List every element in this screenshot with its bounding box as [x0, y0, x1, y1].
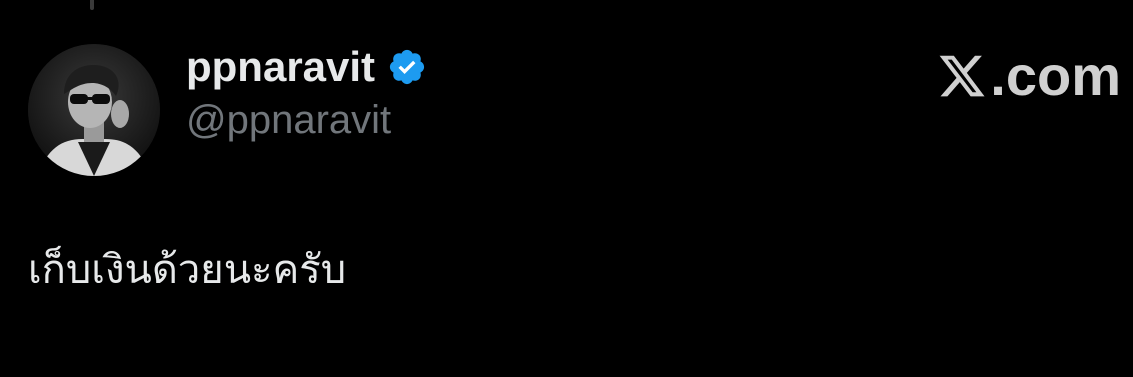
verified-badge-icon — [387, 47, 427, 87]
brand-domain-text: .com — [990, 44, 1121, 107]
avatar[interactable] — [28, 44, 160, 176]
top-divider-stub — [90, 0, 94, 10]
x-logo-icon — [936, 51, 988, 101]
tweet-text: เก็บเงินด้วยนะครับ — [28, 247, 347, 293]
display-name[interactable]: ppnaravit — [186, 42, 375, 92]
avatar-photo — [28, 44, 160, 176]
user-info: ppnaravit @ppnaravit — [186, 42, 427, 144]
user-handle[interactable]: @ppnaravit — [186, 96, 427, 144]
brand-watermark: .com — [936, 44, 1121, 108]
name-row: ppnaravit — [186, 42, 427, 92]
